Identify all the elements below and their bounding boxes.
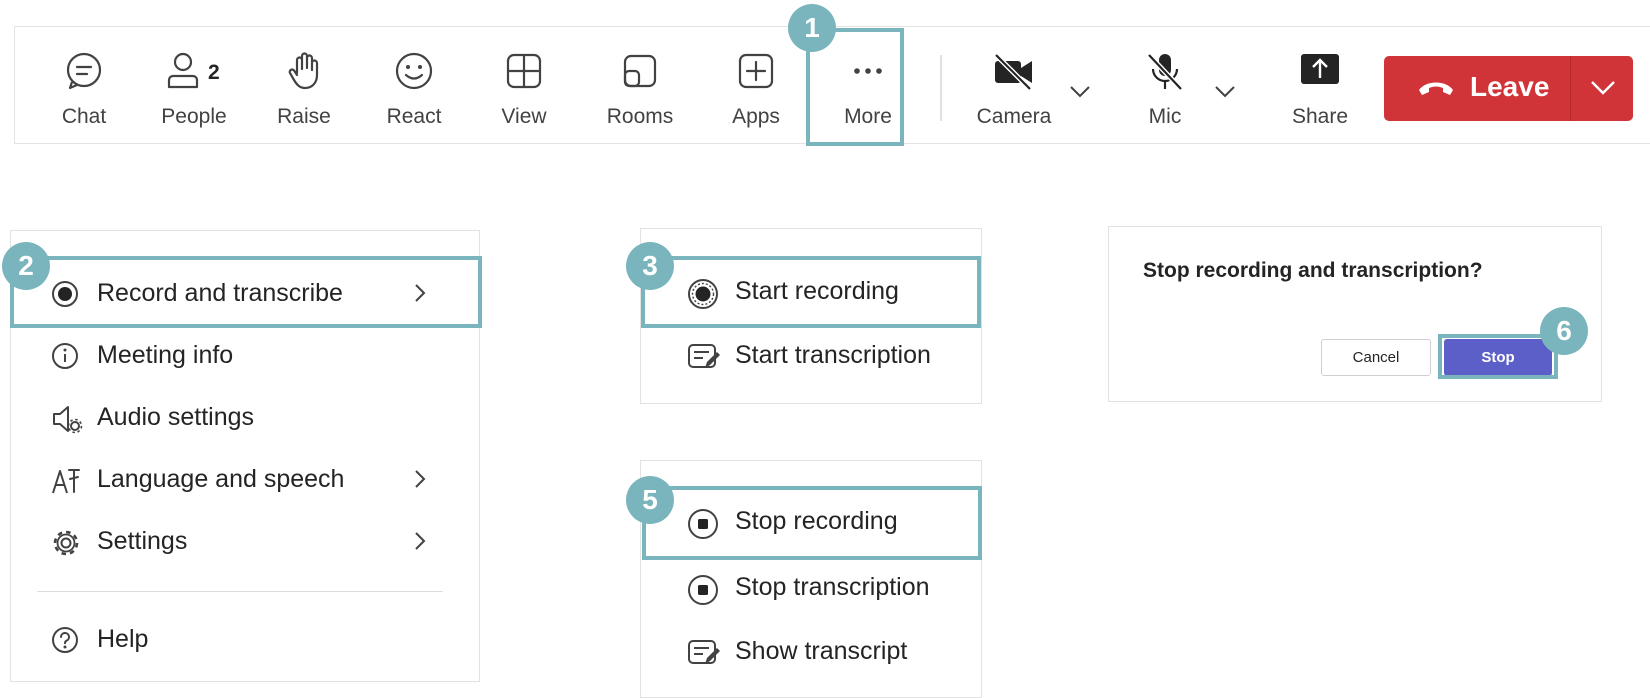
menu-item-help[interactable]: Help [11, 611, 479, 669]
cancel-button[interactable]: Cancel [1321, 339, 1431, 376]
menu-item-record-and-transcribe[interactable]: Record and transcribe [11, 265, 479, 323]
rooms-label: Rooms [606, 105, 674, 128]
menu-item-start-transcription[interactable]: Start transcription [641, 327, 981, 385]
chevron-right-icon [413, 530, 427, 552]
smiley-icon [394, 51, 434, 91]
ellipsis-icon [848, 51, 888, 91]
stop-circle-icon [687, 508, 719, 540]
menu-item-label: Show transcript [735, 637, 908, 665]
camera-button[interactable]: Camera [955, 27, 1073, 145]
mic-button[interactable]: Mic [1115, 27, 1215, 145]
camera-off-icon [992, 51, 1036, 91]
menu-item-label: Audio settings [97, 403, 255, 431]
dialog-title: Stop recording and transcription? [1143, 259, 1483, 282]
people-button[interactable]: 2 People [139, 27, 249, 145]
stop-button[interactable]: Stop [1444, 339, 1552, 376]
record-start-icon [687, 278, 719, 310]
more-label: More [844, 105, 892, 128]
record-icon [51, 280, 79, 308]
menu-item-label: Stop recording [735, 507, 898, 535]
menu-item-label: Meeting info [97, 341, 234, 369]
speaker-gear-icon [51, 404, 83, 434]
chat-button[interactable]: Chat [29, 27, 139, 145]
leave-button-group: Leave [1384, 56, 1633, 121]
toolbar-divider [940, 55, 942, 121]
stop-confirm-dialog: Stop recording and transcription? Cancel… [1108, 226, 1602, 402]
stop-circle-icon [687, 574, 719, 606]
help-icon [51, 626, 79, 654]
plus-square-icon [736, 51, 776, 91]
rooms-button[interactable]: Rooms [579, 27, 701, 145]
hand-icon [284, 51, 324, 91]
menu-item-stop-transcription[interactable]: Stop transcription [641, 559, 981, 617]
language-icon [51, 466, 81, 496]
menu-item-stop-recording[interactable]: Stop recording [641, 493, 981, 551]
menu-item-meeting-info[interactable]: Meeting info [11, 327, 479, 385]
rooms-icon [620, 51, 660, 91]
apps-label: Apps [732, 105, 780, 128]
menu-item-label: Settings [97, 527, 188, 555]
menu-item-audio-settings[interactable]: Audio settings [11, 389, 479, 447]
mic-options-chevron-icon[interactable] [1214, 85, 1236, 99]
gear-icon [51, 528, 81, 558]
camera-label: Camera [976, 105, 1052, 128]
chat-icon [64, 51, 104, 91]
recording-submenu: Stop recording Stop transcription Show t… [640, 460, 982, 698]
mic-label: Mic [1148, 105, 1182, 128]
share-tray-icon [1299, 51, 1341, 87]
phone-hangup-icon [1416, 76, 1456, 100]
menu-item-show-transcript[interactable]: Show transcript [641, 623, 981, 681]
menu-item-label: Stop transcription [735, 573, 930, 601]
view-label: View [501, 105, 547, 128]
menu-item-label: Help [97, 625, 149, 653]
menu-item-start-recording[interactable]: Start recording [641, 263, 981, 321]
chevron-down-icon [1590, 80, 1616, 96]
menu-item-language-and-speech[interactable]: Language and speech [11, 451, 479, 509]
transcript-icon [687, 342, 721, 372]
step-marker-3: 3 [626, 242, 674, 290]
chat-label: Chat [61, 105, 107, 128]
more-button[interactable]: More [813, 27, 923, 145]
share-label: Share [1291, 105, 1349, 128]
menu-divider [37, 591, 443, 592]
react-label: React [386, 105, 442, 128]
menu-item-label: Language and speech [97, 465, 345, 493]
camera-options-chevron-icon[interactable] [1069, 85, 1091, 99]
view-button[interactable]: View [469, 27, 579, 145]
step-marker-2: 2 [2, 242, 50, 290]
step-marker-5: 5 [626, 476, 674, 524]
chevron-right-icon [413, 468, 427, 490]
leave-button[interactable]: Leave [1384, 56, 1570, 121]
leave-options-button[interactable] [1571, 56, 1633, 121]
mic-off-icon [1145, 51, 1185, 93]
menu-item-settings[interactable]: Settings [11, 513, 479, 571]
transcript-icon [687, 638, 721, 668]
more-menu: Record and transcribe Meeting info Audio… [10, 230, 480, 682]
step-marker-6: 6 [1540, 307, 1588, 355]
menu-item-label: Start transcription [735, 341, 931, 369]
react-button[interactable]: React [359, 27, 469, 145]
people-icon [165, 51, 205, 91]
menu-item-label: Record and transcribe [97, 279, 343, 307]
raise-label: Raise [277, 105, 331, 128]
step-marker-1: 1 [788, 4, 836, 52]
raise-hand-button[interactable]: Raise [249, 27, 359, 145]
info-icon [51, 342, 79, 370]
share-button[interactable]: Share [1265, 27, 1375, 145]
people-label: People [161, 105, 227, 128]
menu-item-label: Start recording [735, 277, 899, 305]
record-submenu: Start recording Start transcription [640, 228, 982, 404]
grid-icon [504, 51, 544, 91]
leave-label: Leave [1470, 71, 1550, 102]
chevron-right-icon [413, 282, 427, 304]
people-count-badge: 2 [208, 61, 220, 84]
